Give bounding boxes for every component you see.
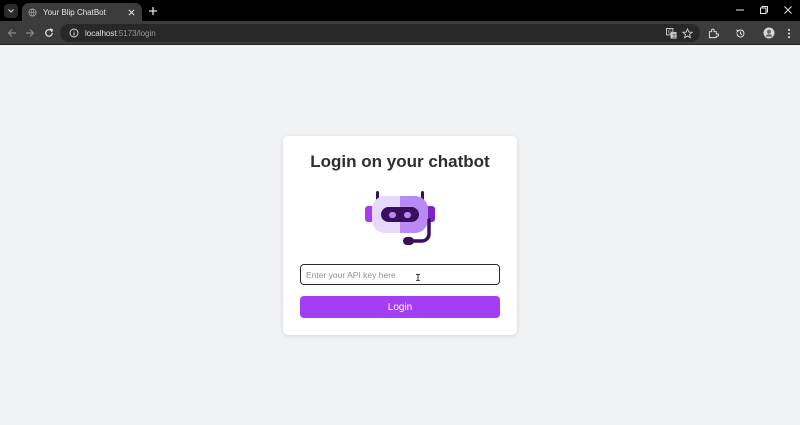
translate-button[interactable]: G文 xyxy=(664,26,678,40)
history-icon xyxy=(735,28,744,37)
url-text: localhost:5173/login xyxy=(85,29,156,38)
page-viewport: Login on your chatbot I Login xyxy=(0,45,800,425)
restore-button[interactable] xyxy=(757,3,771,17)
back-arrow-icon xyxy=(7,29,16,37)
bookmark-button[interactable] xyxy=(680,26,694,40)
star-icon xyxy=(681,27,693,39)
window-close-button[interactable] xyxy=(781,3,795,17)
login-button[interactable]: Login xyxy=(300,296,500,318)
profile-icon xyxy=(763,27,775,39)
tab-title: Your Blip ChatBot xyxy=(43,7,106,17)
minimize-button[interactable] xyxy=(733,3,747,17)
forward-arrow-icon xyxy=(26,29,35,37)
extensions-icon xyxy=(708,28,719,38)
site-info-icon[interactable] xyxy=(68,28,79,39)
tab-search-icon xyxy=(8,9,14,13)
close-icon xyxy=(128,9,134,15)
profile-button[interactable] xyxy=(762,26,776,40)
tab-search-button[interactable] xyxy=(4,4,18,18)
minimize-icon xyxy=(736,9,744,11)
browser-tab-bar: Your Blip ChatBot xyxy=(0,0,800,21)
login-title: Login on your chatbot xyxy=(310,152,490,171)
extensions-button[interactable] xyxy=(706,26,720,40)
browser-toolbar: localhost:5173/login G文 xyxy=(0,21,800,45)
more-icon xyxy=(787,28,791,38)
tab-close-button[interactable] xyxy=(126,7,136,17)
more-menu-button[interactable] xyxy=(782,26,796,40)
url-host: localhost xyxy=(85,28,117,38)
api-key-input[interactable] xyxy=(300,264,500,285)
history-button[interactable] xyxy=(733,26,747,40)
address-bar[interactable]: localhost:5173/login G文 xyxy=(60,24,700,42)
browser-tab[interactable]: Your Blip ChatBot xyxy=(22,3,142,21)
restore-icon xyxy=(760,6,768,14)
window-close-icon xyxy=(784,6,792,14)
login-card: Login on your chatbot I Login xyxy=(283,136,517,335)
forward-button[interactable] xyxy=(23,26,37,40)
reload-button[interactable] xyxy=(42,26,56,40)
new-tab-button[interactable] xyxy=(147,5,158,16)
translate-icon: G文 xyxy=(665,27,676,39)
back-button[interactable] xyxy=(5,26,19,40)
reload-icon xyxy=(45,28,54,37)
robot-headset-icon xyxy=(365,191,435,245)
globe-icon xyxy=(28,7,37,17)
plus-icon xyxy=(148,6,157,15)
url-path: :5173/login xyxy=(116,28,156,38)
